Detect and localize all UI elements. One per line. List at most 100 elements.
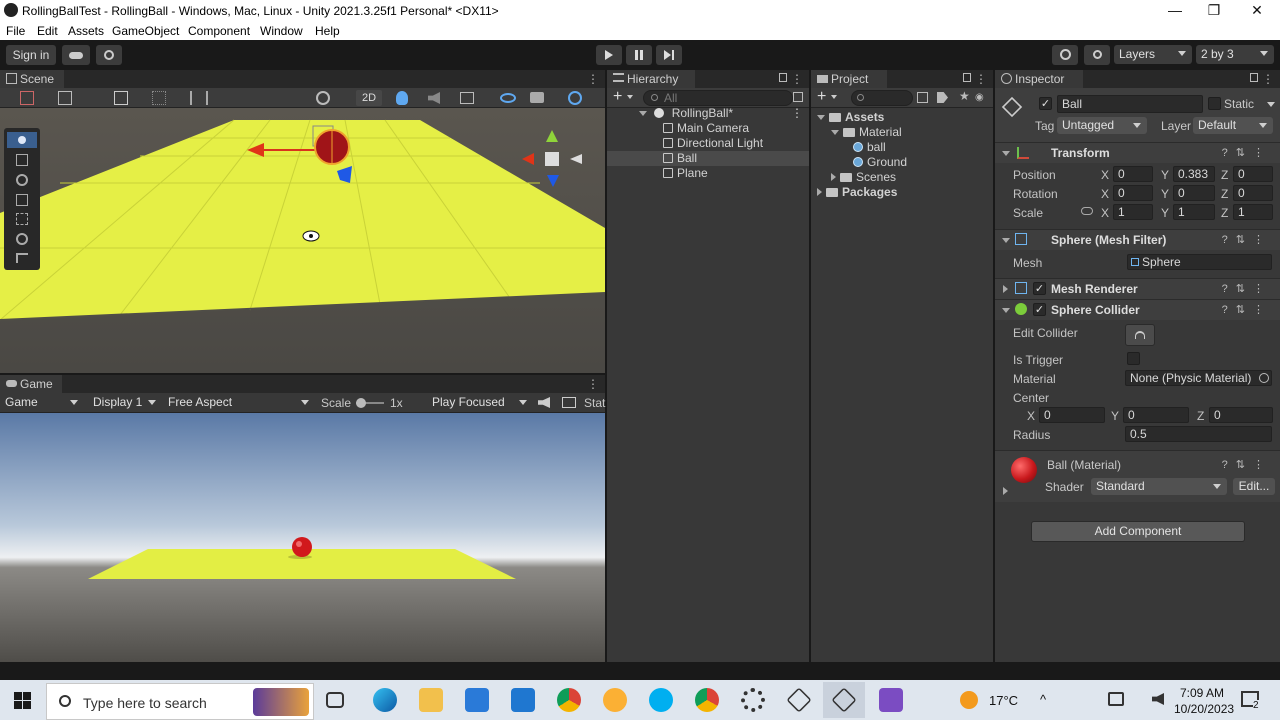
project-folder-scenes[interactable]: Scenes bbox=[811, 170, 993, 185]
component-header-icons[interactable]: ?⇅⋮ bbox=[1222, 146, 1272, 159]
shading-mode-icon[interactable] bbox=[58, 91, 72, 105]
camera-settings-icon[interactable] bbox=[530, 92, 544, 103]
taskbar-search-box[interactable]: Type here to search bbox=[46, 683, 314, 720]
effects-toggle-icon[interactable] bbox=[460, 92, 474, 104]
project-menu-icon[interactable]: ⋮ bbox=[975, 72, 987, 86]
center-z-field[interactable]: 0 bbox=[1209, 407, 1273, 423]
lock-icon[interactable] bbox=[1250, 73, 1258, 82]
game-panel-menu-icon[interactable]: ⋮ bbox=[587, 377, 599, 391]
edge-browser-icon[interactable] bbox=[373, 688, 397, 712]
skype-icon[interactable] bbox=[649, 688, 673, 712]
collapsed-arrow-icon[interactable] bbox=[831, 173, 836, 181]
center-y-field[interactable]: 0 bbox=[1123, 407, 1189, 423]
cloud-button[interactable] bbox=[62, 45, 90, 65]
collider-material-field[interactable]: None (Physic Material) bbox=[1125, 370, 1272, 386]
tab-game[interactable]: Game bbox=[0, 375, 62, 393]
mail-icon[interactable] bbox=[511, 688, 535, 712]
rotation-y-field[interactable]: 0 bbox=[1173, 185, 1215, 201]
object-name-field[interactable]: Ball bbox=[1057, 95, 1203, 113]
mesh-field[interactable]: Sphere bbox=[1127, 254, 1272, 270]
project-asset-ball[interactable]: ball bbox=[811, 140, 993, 155]
start-button[interactable] bbox=[14, 692, 31, 709]
expand-arrow-icon[interactable] bbox=[817, 115, 825, 120]
expand-arrow-icon[interactable] bbox=[1002, 308, 1010, 313]
game-view-dropdown[interactable]: Game bbox=[0, 394, 84, 411]
collapsed-arrow-icon[interactable] bbox=[1003, 285, 1008, 293]
increment-snap-icon[interactable] bbox=[152, 91, 166, 105]
rotate-tool-icon[interactable] bbox=[16, 174, 28, 186]
project-folder-packages[interactable]: Packages bbox=[811, 185, 993, 200]
weather-sun-icon[interactable] bbox=[960, 691, 978, 709]
collab-button[interactable] bbox=[96, 45, 122, 65]
show-hidden-icons-chevron-icon[interactable]: ^ bbox=[1040, 692, 1046, 707]
collapsed-arrow-icon[interactable] bbox=[1003, 487, 1008, 495]
static-dropdown-icon[interactable] bbox=[1267, 102, 1275, 107]
menu-assets[interactable]: Assets bbox=[68, 24, 104, 38]
menu-file[interactable]: File bbox=[6, 24, 25, 38]
create-dropdown-icon[interactable] bbox=[627, 95, 633, 99]
search-by-type-icon[interactable] bbox=[917, 92, 928, 103]
hidden-objects-icon[interactable] bbox=[500, 93, 516, 103]
play-mode-dropdown[interactable]: Play Focused bbox=[427, 394, 533, 411]
project-asset-ground[interactable]: Ground bbox=[811, 155, 993, 170]
create-dropdown-icon[interactable] bbox=[831, 95, 837, 99]
menu-window[interactable]: Window bbox=[260, 24, 303, 38]
project-folder-material[interactable]: Material bbox=[811, 125, 993, 140]
audio-toggle-icon[interactable] bbox=[428, 92, 440, 104]
rect-tool-icon[interactable] bbox=[16, 213, 28, 225]
sphere-collider-header[interactable]: ✓ Sphere Collider ?⇅⋮ bbox=[995, 299, 1280, 320]
volume-icon[interactable] bbox=[1152, 693, 1164, 705]
scale-tool-icon[interactable] bbox=[16, 194, 28, 206]
sign-in-button[interactable]: Sign in bbox=[6, 45, 56, 65]
lock-icon[interactable] bbox=[963, 73, 971, 82]
visual-studio-icon[interactable] bbox=[879, 688, 903, 712]
tab-project[interactable]: Project bbox=[811, 70, 887, 88]
rotation-x-field[interactable]: 0 bbox=[1113, 185, 1153, 201]
task-view-icon[interactable] bbox=[326, 692, 344, 708]
close-button[interactable]: ✕ bbox=[1247, 2, 1267, 19]
step-button[interactable] bbox=[656, 45, 682, 65]
history-button[interactable] bbox=[1052, 45, 1078, 65]
hierarchy-search-input[interactable]: All bbox=[643, 90, 793, 106]
clock-date[interactable]: 10/20/2023 bbox=[1174, 702, 1234, 716]
create-plus-icon[interactable]: + bbox=[817, 88, 826, 106]
transform-header[interactable]: Transform ?⇅⋮ bbox=[995, 142, 1280, 163]
menu-gameobject[interactable]: GameObject bbox=[112, 24, 179, 38]
expand-arrow-icon[interactable] bbox=[831, 130, 839, 135]
transform-tool-icon[interactable] bbox=[16, 233, 28, 245]
component-header-icons[interactable]: ?⇅⋮ bbox=[1222, 458, 1272, 471]
expand-arrow-icon[interactable] bbox=[639, 111, 647, 116]
edit-collider-button[interactable] bbox=[1125, 324, 1155, 346]
scale-x-field[interactable]: 1 bbox=[1113, 204, 1153, 220]
static-checkbox[interactable] bbox=[1208, 97, 1221, 110]
draw-mode-icon[interactable] bbox=[20, 91, 34, 105]
mesh-renderer-header[interactable]: ✓ Mesh Renderer ?⇅⋮ bbox=[995, 278, 1280, 299]
expand-arrow-icon[interactable] bbox=[1002, 238, 1010, 243]
snap-settings-icon[interactable] bbox=[190, 91, 208, 105]
component-header-icons[interactable]: ?⇅⋮ bbox=[1222, 303, 1272, 316]
scene-viewport[interactable] bbox=[0, 108, 605, 373]
create-plus-icon[interactable]: + bbox=[613, 88, 622, 106]
grid-snap-icon[interactable] bbox=[114, 91, 128, 105]
aspect-dropdown[interactable]: Free Aspect bbox=[163, 394, 315, 411]
settings-gear-icon[interactable] bbox=[741, 688, 765, 712]
position-z-field[interactable]: 0 bbox=[1233, 166, 1273, 182]
chrome-icon[interactable] bbox=[557, 688, 581, 712]
layout-dropdown[interactable]: 2 by 3 bbox=[1196, 45, 1274, 64]
favorite-star-icon[interactable]: ★ bbox=[959, 89, 970, 103]
scale-y-field[interactable]: 1 bbox=[1173, 204, 1215, 220]
shader-edit-button[interactable]: Edit... bbox=[1233, 478, 1275, 495]
scene-menu-icon[interactable]: ⋮ bbox=[791, 106, 803, 121]
hierarchy-item-main-camera[interactable]: Main Camera bbox=[607, 121, 809, 136]
rotation-z-field[interactable]: 0 bbox=[1233, 185, 1273, 201]
mesh-renderer-enabled-checkbox[interactable]: ✓ bbox=[1033, 282, 1046, 295]
scale-slider[interactable] bbox=[356, 398, 384, 408]
lighting-toggle-icon[interactable] bbox=[396, 91, 408, 105]
center-x-field[interactable]: 0 bbox=[1039, 407, 1105, 423]
maximize-button[interactable]: ❐ bbox=[1204, 2, 1224, 19]
tab-hierarchy[interactable]: Hierarchy bbox=[607, 70, 695, 88]
network-icon[interactable] bbox=[1108, 692, 1124, 706]
menu-help[interactable]: Help bbox=[315, 24, 340, 38]
component-header-icons[interactable]: ?⇅⋮ bbox=[1222, 233, 1272, 246]
mute-audio-icon[interactable] bbox=[538, 397, 550, 408]
